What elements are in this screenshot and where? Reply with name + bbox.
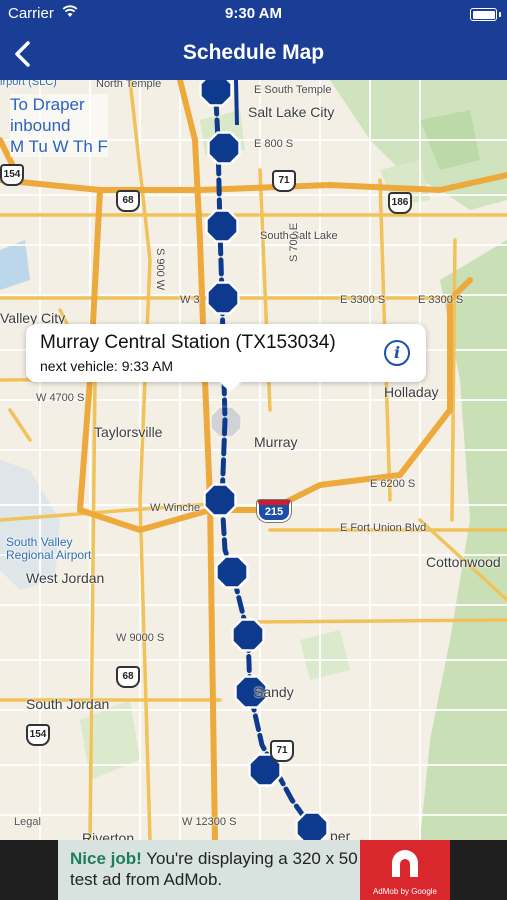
taylorsville-label: Taylorsville [94, 424, 163, 440]
w-winchester-label: W Winche [150, 502, 201, 514]
sr71-shield-icon: 71 [272, 170, 296, 192]
route-stop-marker[interactable] [204, 279, 242, 317]
route-stop-marker[interactable] [201, 481, 239, 519]
e-3300-s-label-2: E 3300 S [418, 294, 464, 306]
schedule-map[interactable]: To Draper inbound M Tu W Th F irport (SL… [0, 80, 507, 840]
ad-banner[interactable]: Nice job! You're displaying a 320 x 50 t… [0, 840, 507, 900]
sr71-shield-icon-2: 71 [270, 740, 294, 762]
ad-text: Nice job! You're displaying a 320 x 50 t… [70, 848, 358, 890]
route-direction: To Draper inbound M Tu W Th F [10, 94, 108, 157]
w-12300-s-label: W 12300 S [182, 816, 237, 828]
route-stop-marker[interactable] [205, 129, 243, 167]
admob-logo: AdMob by Google [360, 840, 450, 900]
nav-bar: Schedule Map [0, 28, 507, 80]
direction-destination: To Draper [10, 95, 85, 114]
w-9000-s-label: W 9000 S [116, 632, 165, 644]
sr186-shield-icon: 186 [388, 192, 412, 214]
route-stop-marker[interactable] [197, 80, 235, 109]
route-stop-marker[interactable] [207, 403, 245, 441]
admob-mark-icon [392, 850, 418, 877]
e-3300-s-label: E 3300 S [340, 294, 386, 306]
next-vehicle-time: next vehicle: 9:33 AM [40, 358, 174, 374]
clock: 9:30 AM [225, 5, 282, 22]
route-stop-marker[interactable] [293, 809, 331, 840]
admob-brand: AdMob by Google [372, 887, 438, 896]
e-fort-union-label: E Fort Union Blvd [340, 522, 427, 534]
draper-label: per [330, 828, 351, 840]
station-name: Murray Central Station (TX153034) [40, 332, 336, 353]
i215-shield-icon: 215 [257, 500, 291, 522]
map-base [0, 80, 507, 840]
sandy-label: Sandy [254, 684, 294, 700]
direction-days: M Tu W Th F [10, 137, 108, 156]
west-jordan-label: West Jordan [26, 570, 105, 586]
ad-headline: Nice job! [70, 849, 142, 868]
sr154-shield-icon-2: 154 [26, 724, 50, 746]
e-800-s-label: E 800 S [254, 138, 294, 150]
e-6200-s-label: E 6200 S [370, 478, 416, 490]
e-south-temple-label: E South Temple [254, 84, 332, 96]
route-stop-marker[interactable] [203, 207, 241, 245]
station-callout[interactable]: Murray Central Station (TX153034) next v… [26, 324, 426, 392]
north-temple-label: North Temple [96, 80, 162, 90]
sr154-shield-icon: 154 [0, 164, 24, 186]
w-4700-s-label: W 4700 S [36, 392, 85, 404]
battery-icon [470, 8, 501, 21]
s-900-w-label: S 900 W [154, 248, 166, 291]
south-valley-airport-label: South Valley Regional Airport [6, 535, 92, 562]
legal-link[interactable]: Legal [14, 816, 41, 828]
cottonwood-label: Cottonwood [426, 554, 501, 570]
holladay-label: Holladay [384, 384, 439, 400]
south-jordan-label: South Jordan [26, 696, 110, 712]
murray-label: Murray [254, 434, 298, 450]
airport-label: irport (SLC) [0, 80, 57, 88]
sr68-shield-icon: 68 [116, 190, 140, 212]
w-3-label: W 3 [180, 294, 200, 306]
trax-route-line [212, 80, 315, 831]
page-title: Schedule Map [182, 41, 325, 64]
salt-lake-city-label: Salt Lake City [248, 104, 335, 120]
s-700-e-label: S 700 E [288, 222, 300, 262]
route-stop-marker[interactable] [213, 553, 251, 591]
status-bar: Carrier 9:30 AM [0, 0, 507, 28]
ad-content[interactable]: Nice job! You're displaying a 320 x 50 t… [58, 840, 450, 900]
route-stop-marker[interactable] [229, 616, 267, 654]
riverton-label: Riverton [82, 830, 135, 840]
direction-inbound: inbound [10, 116, 71, 135]
sr68-shield-icon-2: 68 [116, 666, 140, 688]
info-icon[interactable]: i [384, 340, 410, 366]
